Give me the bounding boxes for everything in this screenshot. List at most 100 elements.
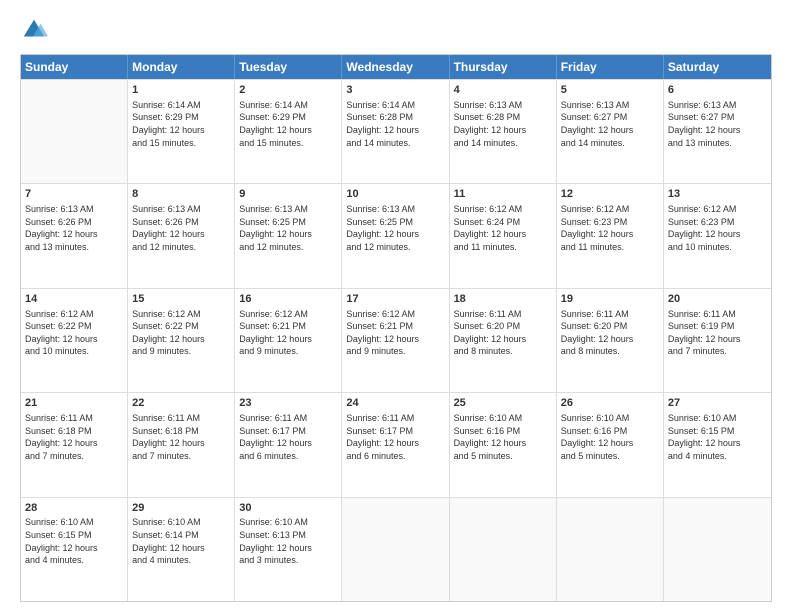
day-cell-3: 3Sunrise: 6:14 AM Sunset: 6:28 PM Daylig…	[342, 80, 449, 183]
week-row-5: 28Sunrise: 6:10 AM Sunset: 6:15 PM Dayli…	[21, 497, 771, 601]
day-info: Sunrise: 6:13 AM Sunset: 6:27 PM Dayligh…	[561, 99, 659, 149]
day-cell-26: 26Sunrise: 6:10 AM Sunset: 6:16 PM Dayli…	[557, 393, 664, 496]
header-day-sunday: Sunday	[21, 55, 128, 79]
header-day-tuesday: Tuesday	[235, 55, 342, 79]
day-info: Sunrise: 6:12 AM Sunset: 6:22 PM Dayligh…	[132, 308, 230, 358]
week-row-2: 7Sunrise: 6:13 AM Sunset: 6:26 PM Daylig…	[21, 183, 771, 287]
day-cell-12: 12Sunrise: 6:12 AM Sunset: 6:23 PM Dayli…	[557, 184, 664, 287]
day-number: 10	[346, 187, 444, 202]
day-number: 5	[561, 83, 659, 98]
day-number: 3	[346, 83, 444, 98]
day-info: Sunrise: 6:10 AM Sunset: 6:14 PM Dayligh…	[132, 516, 230, 566]
day-number: 13	[668, 187, 767, 202]
day-cell-27: 27Sunrise: 6:10 AM Sunset: 6:15 PM Dayli…	[664, 393, 771, 496]
calendar: SundayMondayTuesdayWednesdayThursdayFrid…	[20, 54, 772, 602]
empty-cell	[450, 498, 557, 601]
day-info: Sunrise: 6:14 AM Sunset: 6:28 PM Dayligh…	[346, 99, 444, 149]
day-number: 8	[132, 187, 230, 202]
day-cell-4: 4Sunrise: 6:13 AM Sunset: 6:28 PM Daylig…	[450, 80, 557, 183]
day-number: 9	[239, 187, 337, 202]
day-info: Sunrise: 6:11 AM Sunset: 6:17 PM Dayligh…	[346, 412, 444, 462]
day-number: 19	[561, 292, 659, 307]
calendar-body: 1Sunrise: 6:14 AM Sunset: 6:29 PM Daylig…	[21, 79, 771, 601]
day-cell-6: 6Sunrise: 6:13 AM Sunset: 6:27 PM Daylig…	[664, 80, 771, 183]
day-number: 14	[25, 292, 123, 307]
day-cell-13: 13Sunrise: 6:12 AM Sunset: 6:23 PM Dayli…	[664, 184, 771, 287]
day-number: 26	[561, 396, 659, 411]
day-info: Sunrise: 6:10 AM Sunset: 6:15 PM Dayligh…	[25, 516, 123, 566]
header-day-friday: Friday	[557, 55, 664, 79]
day-info: Sunrise: 6:10 AM Sunset: 6:15 PM Dayligh…	[668, 412, 767, 462]
day-cell-21: 21Sunrise: 6:11 AM Sunset: 6:18 PM Dayli…	[21, 393, 128, 496]
day-info: Sunrise: 6:13 AM Sunset: 6:25 PM Dayligh…	[239, 203, 337, 253]
day-number: 11	[454, 187, 552, 202]
day-info: Sunrise: 6:11 AM Sunset: 6:17 PM Dayligh…	[239, 412, 337, 462]
empty-cell	[557, 498, 664, 601]
day-info: Sunrise: 6:11 AM Sunset: 6:20 PM Dayligh…	[561, 308, 659, 358]
day-info: Sunrise: 6:12 AM Sunset: 6:21 PM Dayligh…	[239, 308, 337, 358]
day-info: Sunrise: 6:13 AM Sunset: 6:26 PM Dayligh…	[132, 203, 230, 253]
day-number: 22	[132, 396, 230, 411]
logo	[20, 16, 52, 44]
day-cell-14: 14Sunrise: 6:12 AM Sunset: 6:22 PM Dayli…	[21, 289, 128, 392]
day-number: 29	[132, 501, 230, 516]
week-row-3: 14Sunrise: 6:12 AM Sunset: 6:22 PM Dayli…	[21, 288, 771, 392]
day-number: 21	[25, 396, 123, 411]
day-info: Sunrise: 6:13 AM Sunset: 6:26 PM Dayligh…	[25, 203, 123, 253]
day-number: 15	[132, 292, 230, 307]
day-info: Sunrise: 6:10 AM Sunset: 6:13 PM Dayligh…	[239, 516, 337, 566]
day-cell-10: 10Sunrise: 6:13 AM Sunset: 6:25 PM Dayli…	[342, 184, 449, 287]
day-info: Sunrise: 6:13 AM Sunset: 6:28 PM Dayligh…	[454, 99, 552, 149]
day-cell-11: 11Sunrise: 6:12 AM Sunset: 6:24 PM Dayli…	[450, 184, 557, 287]
day-cell-5: 5Sunrise: 6:13 AM Sunset: 6:27 PM Daylig…	[557, 80, 664, 183]
day-number: 24	[346, 396, 444, 411]
day-info: Sunrise: 6:13 AM Sunset: 6:27 PM Dayligh…	[668, 99, 767, 149]
day-cell-29: 29Sunrise: 6:10 AM Sunset: 6:14 PM Dayli…	[128, 498, 235, 601]
day-cell-30: 30Sunrise: 6:10 AM Sunset: 6:13 PM Dayli…	[235, 498, 342, 601]
day-number: 7	[25, 187, 123, 202]
day-info: Sunrise: 6:10 AM Sunset: 6:16 PM Dayligh…	[561, 412, 659, 462]
day-cell-18: 18Sunrise: 6:11 AM Sunset: 6:20 PM Dayli…	[450, 289, 557, 392]
header-day-thursday: Thursday	[450, 55, 557, 79]
day-info: Sunrise: 6:14 AM Sunset: 6:29 PM Dayligh…	[132, 99, 230, 149]
day-cell-16: 16Sunrise: 6:12 AM Sunset: 6:21 PM Dayli…	[235, 289, 342, 392]
day-number: 12	[561, 187, 659, 202]
day-cell-28: 28Sunrise: 6:10 AM Sunset: 6:15 PM Dayli…	[21, 498, 128, 601]
day-cell-24: 24Sunrise: 6:11 AM Sunset: 6:17 PM Dayli…	[342, 393, 449, 496]
empty-cell	[21, 80, 128, 183]
day-cell-25: 25Sunrise: 6:10 AM Sunset: 6:16 PM Dayli…	[450, 393, 557, 496]
day-number: 28	[25, 501, 123, 516]
day-info: Sunrise: 6:11 AM Sunset: 6:20 PM Dayligh…	[454, 308, 552, 358]
day-number: 2	[239, 83, 337, 98]
day-number: 17	[346, 292, 444, 307]
day-cell-1: 1Sunrise: 6:14 AM Sunset: 6:29 PM Daylig…	[128, 80, 235, 183]
day-cell-15: 15Sunrise: 6:12 AM Sunset: 6:22 PM Dayli…	[128, 289, 235, 392]
header-day-monday: Monday	[128, 55, 235, 79]
day-cell-8: 8Sunrise: 6:13 AM Sunset: 6:26 PM Daylig…	[128, 184, 235, 287]
day-number: 25	[454, 396, 552, 411]
day-info: Sunrise: 6:12 AM Sunset: 6:24 PM Dayligh…	[454, 203, 552, 253]
day-cell-19: 19Sunrise: 6:11 AM Sunset: 6:20 PM Dayli…	[557, 289, 664, 392]
day-number: 23	[239, 396, 337, 411]
day-cell-2: 2Sunrise: 6:14 AM Sunset: 6:29 PM Daylig…	[235, 80, 342, 183]
day-info: Sunrise: 6:10 AM Sunset: 6:16 PM Dayligh…	[454, 412, 552, 462]
day-cell-23: 23Sunrise: 6:11 AM Sunset: 6:17 PM Dayli…	[235, 393, 342, 496]
header-day-saturday: Saturday	[664, 55, 771, 79]
day-info: Sunrise: 6:12 AM Sunset: 6:22 PM Dayligh…	[25, 308, 123, 358]
day-number: 4	[454, 83, 552, 98]
day-cell-17: 17Sunrise: 6:12 AM Sunset: 6:21 PM Dayli…	[342, 289, 449, 392]
day-info: Sunrise: 6:11 AM Sunset: 6:18 PM Dayligh…	[132, 412, 230, 462]
day-info: Sunrise: 6:12 AM Sunset: 6:23 PM Dayligh…	[561, 203, 659, 253]
day-cell-7: 7Sunrise: 6:13 AM Sunset: 6:26 PM Daylig…	[21, 184, 128, 287]
day-cell-9: 9Sunrise: 6:13 AM Sunset: 6:25 PM Daylig…	[235, 184, 342, 287]
empty-cell	[342, 498, 449, 601]
day-cell-22: 22Sunrise: 6:11 AM Sunset: 6:18 PM Dayli…	[128, 393, 235, 496]
header	[20, 16, 772, 44]
day-number: 18	[454, 292, 552, 307]
day-info: Sunrise: 6:11 AM Sunset: 6:19 PM Dayligh…	[668, 308, 767, 358]
day-info: Sunrise: 6:14 AM Sunset: 6:29 PM Dayligh…	[239, 99, 337, 149]
day-info: Sunrise: 6:12 AM Sunset: 6:21 PM Dayligh…	[346, 308, 444, 358]
day-number: 30	[239, 501, 337, 516]
day-number: 1	[132, 83, 230, 98]
empty-cell	[664, 498, 771, 601]
